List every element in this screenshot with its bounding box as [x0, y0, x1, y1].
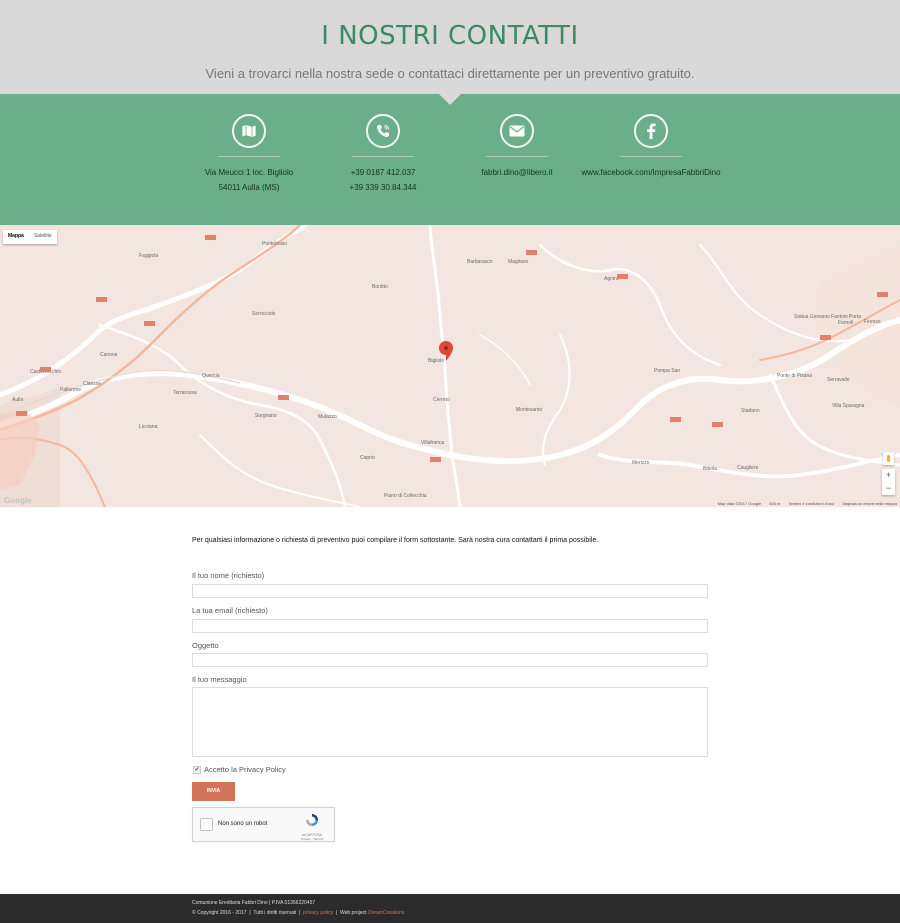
- footer-webproject: Web project: [339, 910, 367, 916]
- submit-button[interactable]: INVIA: [192, 782, 235, 801]
- name-label: Il tuo nome (richiesto): [192, 571, 265, 580]
- map-report-link[interactable]: Segnala un errore nella mappa: [842, 501, 897, 506]
- recaptcha-logo: reCAPTCHA Privacy - Termini: [298, 813, 326, 841]
- map-label: Bordito: [372, 284, 388, 290]
- map-type-toggle[interactable]: Mappa Satellite: [3, 230, 57, 244]
- subject-label: Oggetto: [192, 641, 219, 650]
- email-label: La tua email (richiesto): [192, 606, 268, 615]
- form-intro: Per qualsiasi informazione o richiesta d…: [192, 537, 599, 544]
- email-field[interactable]: [192, 619, 708, 633]
- map-label: Clarisse: [83, 381, 101, 387]
- facebook-link[interactable]: www.facebook.com/ImpresaFabbriDino: [571, 165, 731, 180]
- map-label: Merizzo: [632, 460, 650, 466]
- map-terms-link[interactable]: Termini e condizioni d'uso: [788, 501, 834, 506]
- map-label: Pallerone: [60, 387, 81, 393]
- map-zoom-control[interactable]: + −: [882, 469, 895, 495]
- footer-rights: Tutti i diritti riservati: [253, 910, 297, 916]
- footer-company: Comunione Ereditaria Fabbri Dino | P.IVA…: [192, 900, 316, 906]
- footer-separator: |: [334, 910, 339, 916]
- map-label: Terrarossa: [173, 390, 197, 396]
- map-label: Villa Sparagna: [832, 403, 865, 409]
- subject-field[interactable]: [192, 653, 708, 667]
- footer-copyright-line: © Copyright 2016 - 2017 | Tutti i diritt…: [192, 910, 404, 916]
- footer-separator: |: [247, 910, 253, 916]
- contact-divider: [352, 156, 414, 157]
- recaptcha-checkbox[interactable]: [200, 818, 213, 831]
- page-subtitle: Vieni a trovarci nella nostra sede o con…: [205, 66, 695, 81]
- map-label: Cerreto: [433, 397, 450, 403]
- map-label: Barbarasco: [467, 259, 493, 265]
- map-label: Caugliere: [737, 465, 759, 471]
- map-label: Statua Giovanni Fantoni Porta: [794, 314, 861, 320]
- map-type-map-button[interactable]: Mappa: [3, 230, 29, 244]
- facebook-icon: [634, 114, 668, 148]
- map-scale: 500 m: [769, 501, 781, 506]
- page-title: I NOSTRI CONTATTI: [321, 21, 579, 51]
- page-header: I NOSTRI CONTATTI Vieni a trovarci nella…: [0, 0, 900, 94]
- privacy-label[interactable]: Accetto la Privacy Policy: [204, 765, 286, 774]
- map-label: Serricciolo: [252, 311, 276, 317]
- contact-divider: [620, 156, 682, 157]
- recaptcha-links[interactable]: Privacy - Termini: [298, 837, 326, 841]
- google-logo: Google: [4, 496, 32, 505]
- envelope-icon: [500, 114, 534, 148]
- map-canvas[interactable]: Pontebosio Serricciolo Bigliolo Bordito …: [0, 225, 900, 507]
- message-label: Il tuo messaggio: [192, 675, 247, 684]
- map-label: Stadano: [741, 408, 760, 414]
- map-label: Bibola: [703, 466, 717, 472]
- map-icon: [232, 114, 266, 148]
- site-footer: Comunione Ereditaria Fabbri Dino | P.IVA…: [0, 894, 900, 923]
- privacy-checkbox[interactable]: ✔: [193, 766, 201, 774]
- map-label: Serravalle: [827, 377, 850, 383]
- google-map[interactable]: Pontebosio Serricciolo Bigliolo Bordito …: [0, 225, 900, 507]
- map-label: Quercia: [202, 373, 220, 379]
- map-label: Bigliolo: [428, 358, 444, 364]
- header-notch: [439, 94, 461, 105]
- map-label: Villafranca: [421, 440, 444, 446]
- map-type-satellite-button[interactable]: Satellite: [29, 230, 57, 244]
- map-data-credit: Map data ©2017 Google: [717, 501, 762, 506]
- map-label: Mulazzo: [318, 414, 337, 420]
- map-label: Ponte di Pisana: [777, 373, 812, 379]
- street-view-pegman-icon[interactable]: [883, 452, 894, 465]
- footer-agency-link[interactable]: DreamCreations: [368, 910, 404, 916]
- phone-icon: [366, 114, 400, 148]
- zoom-in-button[interactable]: +: [882, 469, 895, 482]
- map-label: Magliano: [508, 259, 529, 265]
- map-label: Licciana: [139, 424, 158, 430]
- map-label: Faggiola: [139, 253, 158, 259]
- map-label: Pontebosio: [262, 241, 287, 247]
- contact-divider: [218, 156, 280, 157]
- phone-line-2[interactable]: +39 339 30.84.344: [303, 180, 463, 195]
- map-attribution: Map data ©2017 Google 500 m Termini e co…: [718, 501, 897, 506]
- name-field[interactable]: [192, 584, 708, 598]
- map-label: Aulla: [12, 397, 23, 403]
- map-label: Firenze: [864, 319, 881, 325]
- footer-copyright: © Copyright 2016 - 2017: [192, 910, 247, 916]
- contact-facebook[interactable]: www.facebook.com/ImpresaFabbriDino: [571, 114, 731, 180]
- zoom-out-button[interactable]: −: [882, 482, 895, 495]
- map-label: Piano di Collecchia: [384, 493, 427, 499]
- map-label: Sorgnano: [255, 413, 277, 419]
- contact-divider: [486, 156, 548, 157]
- message-textarea[interactable]: [192, 687, 708, 757]
- map-label: Pompa San: [654, 368, 680, 374]
- footer-separator: |: [297, 910, 302, 916]
- recaptcha-widget: Non sono un robot reCAPTCHA Privacy - Te…: [192, 807, 335, 842]
- recaptcha-label: Non sono un robot: [218, 821, 268, 827]
- map-label: Montesanto: [516, 407, 542, 413]
- map-label: Fornoli: [838, 320, 853, 326]
- map-label: Caprio: [360, 455, 375, 461]
- map-label: Canova: [100, 352, 117, 358]
- footer-privacy-link[interactable]: privacy policy: [303, 910, 333, 916]
- recaptcha-icon: [306, 814, 318, 826]
